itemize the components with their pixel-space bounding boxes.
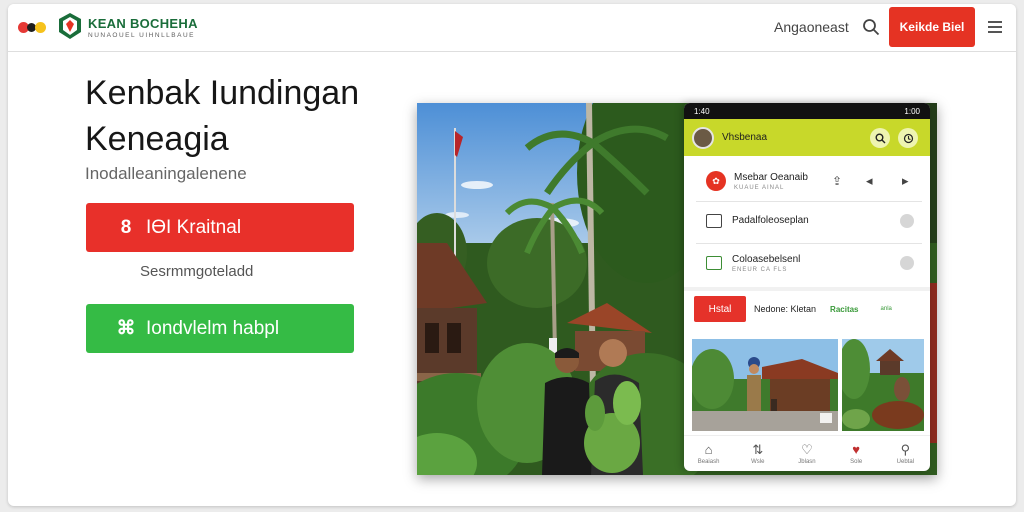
header-cta-button[interactable]: Keikde Biel <box>889 7 975 47</box>
thumbnail-image[interactable] <box>692 339 838 431</box>
brand-logo-icon[interactable] <box>58 12 82 40</box>
list-item-title: Coloasebelsenl <box>732 253 801 265</box>
brand-badge-icon: ✿ <box>706 171 726 191</box>
list-item-subtitle: ENEUR CA FLS <box>732 266 788 273</box>
menu-icon[interactable] <box>988 20 1002 34</box>
tab-fourth[interactable]: anla <box>881 306 892 312</box>
phone-mockup: 1:40 1:00 Vhsbenaa ✿ Msebar Oeanaib KUAU… <box>684 103 930 471</box>
section-separator <box>684 287 930 291</box>
nav-item-favorites[interactable]: ♡ Jblasn <box>787 442 827 465</box>
status-battery: 1:00 <box>904 106 920 116</box>
list-item-subtitle: KUAUE AINAL <box>734 184 785 191</box>
list-item[interactable]: Coloasebelsenl ENEUR CA FLS <box>684 243 930 283</box>
tab-bar: Hstal Nedone: Kletan Racitas anla <box>694 295 924 323</box>
search-icon[interactable] <box>862 18 880 36</box>
hero-subtitle: Inodalleaningalenene <box>85 164 247 183</box>
nav-link[interactable]: Angaoneast <box>774 19 849 35</box>
nav-item-saved[interactable]: ♥ Sole <box>836 442 876 465</box>
list-item-title: Padalfoleoseplan <box>732 214 809 226</box>
gallery-icon <box>706 256 722 270</box>
location-icon: ⚲ <box>900 442 911 457</box>
status-bar: 1:40 1:00 <box>684 103 930 119</box>
list-item-title: Msebar Oeanaib <box>734 171 808 183</box>
share-icon[interactable]: ⇪ <box>832 174 842 188</box>
site-header: KEAN BOCHEHA NUNAOUEL UIHNLLBAUE Angaone… <box>8 4 1016 52</box>
home-icon: ⌂ <box>704 442 713 457</box>
image-icon <box>706 214 722 228</box>
tab-active[interactable]: Hstal <box>694 296 746 322</box>
browser-frame: KEAN BOCHEHA NUNAOUEL UIHNLLBAUE Angaone… <box>8 4 1016 506</box>
tab-second[interactable]: Nedone: Kletan <box>754 304 816 314</box>
avatar[interactable] <box>692 126 714 149</box>
nav-item-explore[interactable]: ⇅ Wsle <box>738 442 778 465</box>
list-item[interactable]: ✿ Msebar Oeanaib KUAUE AINAL ⇪ ◂ ▸ <box>684 161 930 201</box>
nav-item-home[interactable]: ⌂ Beaiash <box>689 442 729 465</box>
tab-third[interactable]: Racitas <box>830 305 858 314</box>
thumbnail-image[interactable] <box>842 339 924 431</box>
forward-icon[interactable]: ▸ <box>902 173 909 189</box>
primary-button-icon: 8 <box>120 216 132 238</box>
app-search-icon[interactable] <box>870 128 890 148</box>
thumbnail-grid <box>692 339 924 431</box>
app-bar-title: Vhsbenaa <box>722 132 768 143</box>
brand-name[interactable]: KEAN BOCHEHA <box>88 16 198 31</box>
heart-filled-icon: ♥ <box>852 442 861 457</box>
nav-label: Uebtal <box>896 459 915 465</box>
dots-logo-icon <box>18 18 54 36</box>
nav-label: Wsle <box>751 459 765 465</box>
primary-button-label: IӨI Kraitnal <box>146 216 242 238</box>
hero-title: Kenbak Iundingan Keneagia <box>85 74 360 158</box>
toggle-switch[interactable] <box>900 256 914 270</box>
explore-icon: ⇅ <box>752 442 764 457</box>
nav-label: Beaiash <box>697 459 720 465</box>
secondary-button-label: Iondvlelm habpl <box>146 317 280 339</box>
back-icon[interactable]: ◂ <box>866 173 873 189</box>
status-time: 1:40 <box>694 106 710 116</box>
nav-label: Jblasn <box>798 459 816 465</box>
button-hint-text: Sesrmmgoteladd <box>140 263 254 280</box>
toggle-switch[interactable] <box>900 214 914 228</box>
bottom-navigation: ⌂ Beaiash ⇅ Wsle ♡ Jblasn ♥ Sole ⚲ Uebta… <box>684 435 930 471</box>
nav-label: Sole <box>850 459 863 465</box>
list-item[interactable]: Padalfoleoseplan <box>684 201 930 241</box>
nav-item-profile[interactable]: ⚲ Uebtal <box>885 442 925 465</box>
brand-tagline: NUNAOUEL UIHNLLBAUE <box>88 32 196 39</box>
secondary-cta-button[interactable]: ⌘ Iondvlelm habpl <box>86 304 354 353</box>
secondary-button-icon: ⌘ <box>116 318 136 339</box>
primary-cta-button[interactable]: 8 IӨI Kraitnal <box>86 203 354 252</box>
heart-icon: ♡ <box>801 442 813 457</box>
app-bar: Vhsbenaa <box>684 119 930 156</box>
clock-icon[interactable] <box>898 128 918 148</box>
